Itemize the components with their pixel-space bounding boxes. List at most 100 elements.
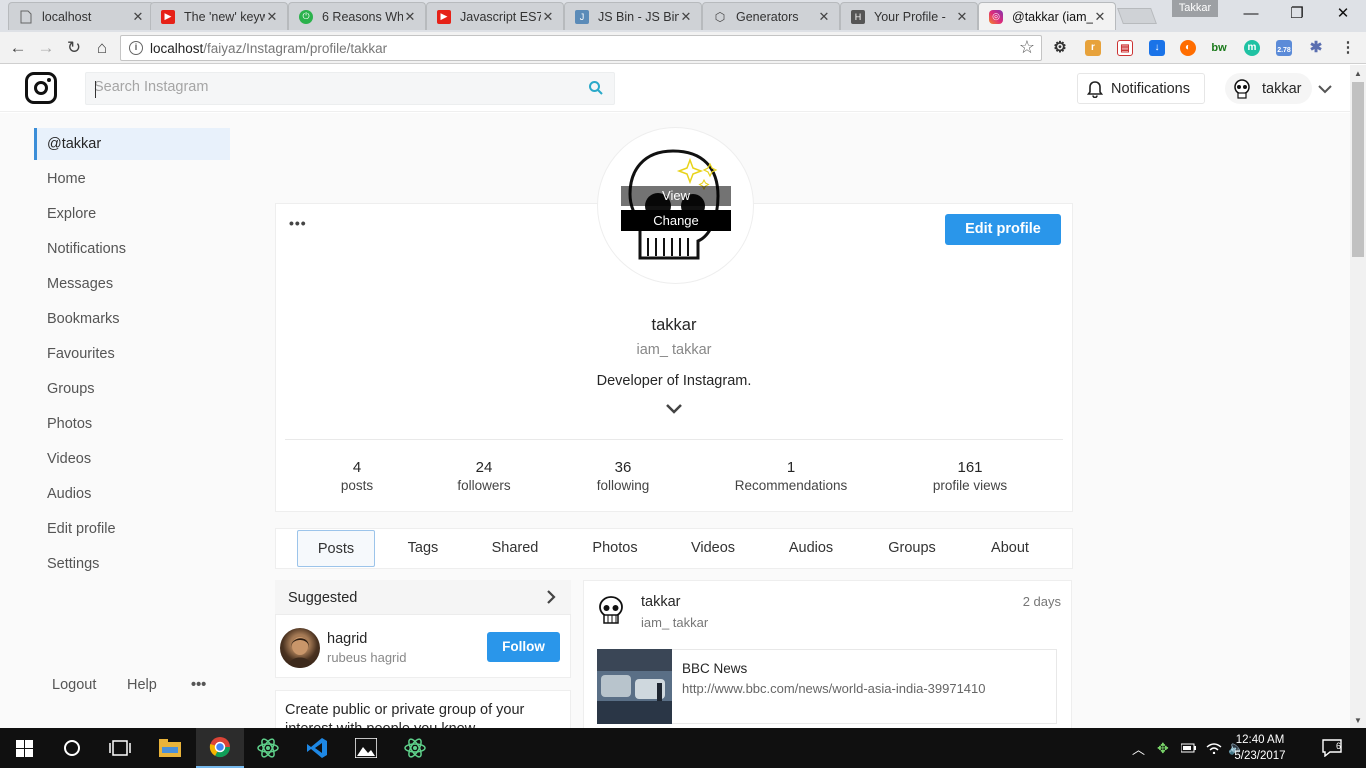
view-photo-button[interactable]: View bbox=[621, 186, 731, 206]
tab-tags[interactable]: Tags bbox=[392, 530, 454, 567]
extension-icon[interactable]: bw bbox=[1211, 40, 1227, 56]
browser-tab-active[interactable]: ◎ @takkar (iam_ ✕ bbox=[978, 2, 1116, 30]
sidebar-item-home[interactable]: Home bbox=[34, 163, 230, 198]
action-center-icon[interactable]: 6 bbox=[1322, 728, 1342, 768]
reload-icon[interactable]: ↻ bbox=[63, 37, 85, 59]
stat-profile-views[interactable]: 161 profile views bbox=[920, 459, 1020, 493]
download-icon[interactable]: ↓ bbox=[1149, 40, 1165, 56]
more-options-icon[interactable]: ••• bbox=[191, 677, 206, 693]
link-url[interactable]: http://www.bbc.com/news/world-asia-india… bbox=[682, 681, 986, 696]
close-tab-icon[interactable]: ✕ bbox=[265, 9, 279, 25]
user-menu-button[interactable]: takkar bbox=[1225, 73, 1312, 104]
stat-posts[interactable]: 4 posts bbox=[327, 459, 387, 493]
browser-tab[interactable]: J JS Bin - JS Bin ✕ bbox=[564, 2, 702, 30]
close-tab-icon[interactable]: ✕ bbox=[817, 9, 831, 25]
bookmark-star-icon[interactable]: ☆ bbox=[1019, 37, 1035, 58]
minimize-icon[interactable]: — bbox=[1228, 0, 1274, 30]
chevron-right-icon[interactable] bbox=[546, 590, 556, 604]
stat-following[interactable]: 36 following bbox=[583, 459, 663, 493]
close-tab-icon[interactable]: ✕ bbox=[403, 9, 417, 25]
tab-about[interactable]: About bbox=[978, 530, 1042, 567]
file-explorer-icon[interactable] bbox=[146, 728, 194, 768]
react-devtools-icon[interactable]: ✱ bbox=[1308, 40, 1324, 56]
sidebar-item-groups[interactable]: Groups bbox=[34, 373, 230, 408]
logout-link[interactable]: Logout bbox=[52, 677, 96, 693]
page-scrollbar[interactable]: ▲ ▼ bbox=[1350, 65, 1366, 728]
browser-tab[interactable]: H Your Profile - ✕ bbox=[840, 2, 978, 30]
atom-icon[interactable] bbox=[244, 728, 292, 768]
close-tab-icon[interactable]: ✕ bbox=[955, 9, 969, 25]
tab-videos[interactable]: Videos bbox=[678, 530, 748, 567]
profile-more-icon[interactable]: ••• bbox=[289, 215, 307, 231]
show-hidden-icons[interactable]: ︿ bbox=[1132, 728, 1145, 768]
info-icon[interactable]: i bbox=[129, 41, 143, 55]
tab-shared[interactable]: Shared bbox=[478, 530, 552, 567]
sidebar-item-bookmarks[interactable]: Bookmarks bbox=[34, 303, 230, 338]
close-tab-icon[interactable]: ✕ bbox=[679, 9, 693, 25]
photos-icon[interactable] bbox=[342, 728, 390, 768]
extension-icon[interactable]: r bbox=[1085, 40, 1101, 56]
browser-tab[interactable]: localhost ✕ bbox=[8, 2, 154, 30]
atom-icon[interactable] bbox=[391, 728, 439, 768]
close-tab-icon[interactable]: ✕ bbox=[1093, 9, 1107, 25]
edit-profile-button[interactable]: Edit profile bbox=[945, 214, 1061, 245]
back-icon[interactable]: ← bbox=[7, 37, 29, 59]
close-tab-icon[interactable]: ✕ bbox=[131, 9, 145, 25]
sidebar-item-notifications[interactable]: Notifications bbox=[34, 233, 230, 268]
tab-photos[interactable]: Photos bbox=[580, 530, 650, 567]
chevron-down-icon[interactable] bbox=[666, 404, 682, 414]
scroll-up-icon[interactable]: ▲ bbox=[1354, 69, 1362, 78]
sidebar-item-settings[interactable]: Settings bbox=[34, 548, 230, 583]
profile-badge[interactable]: Takkar bbox=[1172, 0, 1218, 17]
suggested-user-name[interactable]: hagrid bbox=[327, 631, 367, 647]
post-username[interactable]: takkar bbox=[641, 594, 681, 610]
link-title[interactable]: BBC News bbox=[682, 661, 747, 676]
menu-icon[interactable]: ⋮ bbox=[1340, 40, 1356, 56]
browser-tab[interactable]: ⏻ 6 Reasons Wh ✕ bbox=[288, 2, 426, 30]
notifications-button[interactable]: Notifications bbox=[1077, 73, 1205, 104]
link-thumbnail[interactable] bbox=[597, 649, 672, 724]
battery-icon[interactable] bbox=[1181, 728, 1197, 768]
gear-icon[interactable]: ⚙ bbox=[1052, 40, 1068, 56]
change-photo-button[interactable]: Change bbox=[621, 210, 731, 231]
new-tab-button[interactable] bbox=[1117, 8, 1157, 24]
system-clock[interactable]: 12:40 AM 5/23/2017 bbox=[1228, 732, 1292, 764]
browser-tab[interactable]: ▶ Javascript ES7 ✕ bbox=[426, 2, 564, 30]
sidebar-item-videos[interactable]: Videos bbox=[34, 443, 230, 478]
wifi-icon[interactable] bbox=[1206, 728, 1222, 768]
cortana-search-icon[interactable] bbox=[48, 728, 96, 768]
close-window-icon[interactable]: ✕ bbox=[1320, 0, 1366, 30]
sidebar-item-profile[interactable]: @takkar bbox=[34, 128, 230, 160]
forward-icon[interactable]: → bbox=[35, 37, 57, 59]
close-tab-icon[interactable]: ✕ bbox=[541, 9, 555, 25]
sidebar-item-audios[interactable]: Audios bbox=[34, 478, 230, 513]
scroll-down-icon[interactable]: ▼ bbox=[1354, 716, 1362, 725]
home-icon[interactable]: ⌂ bbox=[91, 37, 113, 59]
sidebar-item-explore[interactable]: Explore bbox=[34, 198, 230, 233]
stat-followers[interactable]: 24 followers bbox=[444, 459, 524, 493]
vscode-icon[interactable] bbox=[293, 728, 341, 768]
sidebar-item-messages[interactable]: Messages bbox=[34, 268, 230, 303]
browser-tab[interactable]: ▶ The 'new' keyw ✕ bbox=[150, 2, 288, 30]
network-sync-icon[interactable]: ✥ bbox=[1157, 728, 1169, 768]
browser-tab[interactable]: ⬡ Generators ✕ bbox=[702, 2, 840, 30]
chrome-icon[interactable] bbox=[196, 728, 244, 768]
search-box[interactable] bbox=[85, 72, 615, 105]
sidebar-item-favourites[interactable]: Favourites bbox=[34, 338, 230, 373]
tab-audios[interactable]: Audios bbox=[776, 530, 846, 567]
search-input[interactable] bbox=[94, 79, 574, 95]
extension-icon[interactable]: m bbox=[1244, 40, 1260, 56]
stat-recommendations[interactable]: 1 Recommendations bbox=[726, 459, 856, 493]
follow-button[interactable]: Follow bbox=[487, 632, 560, 662]
avatar[interactable] bbox=[280, 628, 320, 668]
sidebar-item-edit-profile[interactable]: Edit profile bbox=[34, 513, 230, 548]
sidebar-item-photos[interactable]: Photos bbox=[34, 408, 230, 443]
extension-icon[interactable]: ▤ bbox=[1117, 40, 1133, 56]
search-icon[interactable] bbox=[588, 80, 604, 96]
extension-badge[interactable]: 2.78 bbox=[1276, 40, 1292, 56]
scrollbar-thumb[interactable] bbox=[1352, 82, 1364, 257]
help-link[interactable]: Help bbox=[127, 677, 157, 693]
extension-icon[interactable]: ◐ bbox=[1180, 40, 1196, 56]
skull-avatar-icon[interactable] bbox=[596, 595, 626, 625]
task-view-icon[interactable] bbox=[96, 728, 144, 768]
